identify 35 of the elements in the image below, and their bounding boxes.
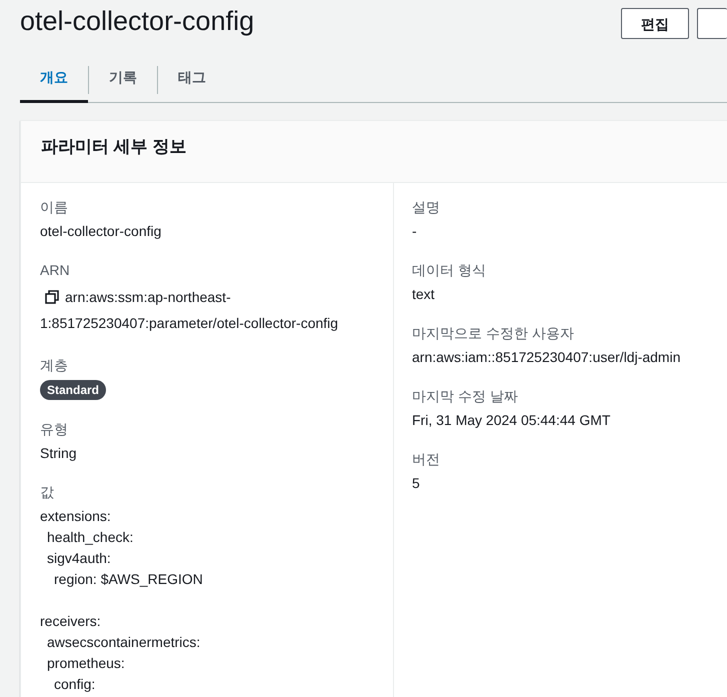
cut-off-button[interactable] — [697, 8, 727, 39]
tab[interactable]: 태그 — [158, 57, 226, 103]
code-line: region: $AWS_REGION — [53, 570, 204, 589]
field-value: arn:aws:iam::851725230407:user/ldj-admin — [412, 348, 680, 367]
arn-value: 1:851725230407:parameter/otel-collector-config — [40, 314, 338, 333]
field-label: 버전 — [412, 450, 441, 469]
page-title: otel-collector-config — [20, 5, 254, 35]
code-line: prometheus: — [46, 654, 126, 673]
field-value: Fri, 31 May 2024 05:44:44 GMT — [412, 411, 612, 430]
field-value: String — [40, 444, 78, 463]
field-label: 마지막 수정 날짜 — [412, 387, 519, 406]
code-line: extensions: — [40, 507, 112, 526]
code-line: health_check: — [46, 528, 134, 547]
field-label: 값 — [40, 483, 55, 502]
code-line: sigv4auth: — [46, 549, 112, 568]
code-line: awsecscontainermetrics: — [46, 633, 202, 652]
field-value: - — [412, 222, 418, 241]
field-label: 설명 — [412, 198, 441, 217]
code-line: config: — [53, 675, 96, 694]
panel-title: 파라미터 세부 정보 — [41, 137, 188, 158]
copy-icon — [45, 290, 59, 304]
arn-value: arn:aws:ssm:ap-northeast- — [65, 288, 231, 307]
field-label: ARN — [40, 261, 71, 280]
field-value: otel-collector-config — [40, 222, 162, 241]
tab[interactable]: 기록 — [89, 57, 157, 103]
field-label: 이름 — [40, 198, 69, 217]
tier-badge: Standard — [40, 380, 106, 400]
field-value: 5 — [412, 474, 421, 493]
field-label: 계층 — [40, 356, 69, 375]
field-label: 유형 — [40, 420, 69, 439]
code-line: receivers: — [40, 612, 102, 631]
edit-button[interactable]: 편집 — [621, 8, 689, 39]
field-label: 마지막으로 수정한 사용자 — [412, 324, 575, 343]
field-label: 데이터 형식 — [412, 261, 487, 280]
field-value: text — [412, 285, 436, 304]
